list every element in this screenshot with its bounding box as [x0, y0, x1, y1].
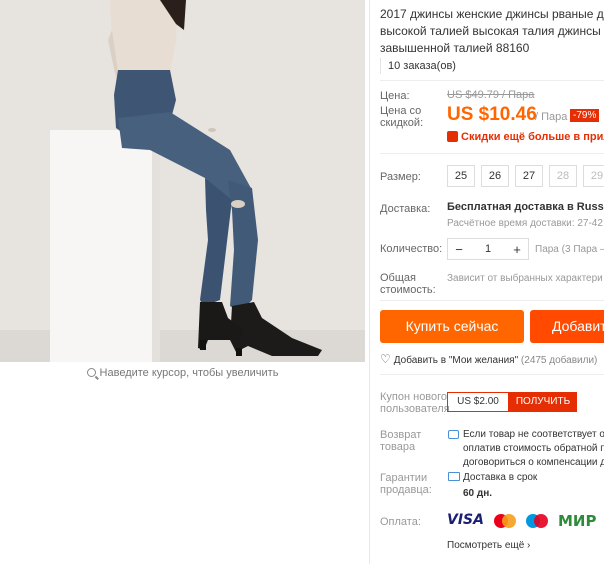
delivery-icon [448, 472, 460, 481]
size-option-25[interactable]: 25 [447, 165, 475, 187]
price-label: Цена: [380, 90, 410, 102]
discount-price: US $10.46 [447, 104, 537, 125]
quantity-input[interactable]: 1 [470, 243, 506, 255]
product-photo-illustration [0, 0, 365, 362]
guarantee-label: Гарантии продавца: [380, 472, 432, 496]
total-label: Общая стоимость: [380, 272, 436, 296]
payment-label: Оплата: [380, 516, 421, 528]
magnifier-icon [86, 368, 96, 377]
see-more-link[interactable]: Посмотреть ещё › [447, 540, 530, 551]
total-note: Зависит от выбранных характери [447, 273, 603, 284]
original-price: US $49.79 / Пара [447, 89, 535, 101]
size-label: Размер: [380, 171, 421, 183]
quantity-decrease-button[interactable]: − [448, 242, 470, 257]
size-option-27[interactable]: 27 [515, 165, 543, 187]
add-to-cart-button[interactable]: Добавит [530, 310, 604, 343]
returns-text: Если товар не соответствует о оплатив ст… [463, 429, 604, 468]
wishlist-count: (2475 добавили) [520, 355, 598, 366]
discount-price-label: Цена со скидкой: [380, 105, 424, 129]
guarantee-line1: Доставка в срок [463, 472, 538, 483]
divider [380, 300, 604, 301]
divider [380, 374, 604, 375]
return-policy-icon [448, 430, 459, 439]
buy-now-button[interactable]: Купить сейчас [380, 310, 524, 343]
size-option-26[interactable]: 26 [481, 165, 509, 187]
discount-badge: -79% [570, 109, 600, 122]
size-option-29[interactable]: 29 [583, 165, 604, 187]
zoom-hint: Наведите курсор, чтобы увеличить [0, 367, 365, 379]
app-promo-link[interactable]: Скидки ещё больше в приложе [447, 131, 604, 143]
mir-icon: МИР [558, 512, 597, 530]
size-option-28[interactable]: 28 [549, 165, 577, 187]
quantity-label: Количество: [380, 243, 443, 255]
coupon-value: US $2.00 [447, 392, 509, 412]
get-coupon-button[interactable]: ПОЛУЧИТЬ [509, 392, 577, 412]
shipping-method[interactable]: Бесплатная доставка в Russian F [447, 201, 604, 213]
quantity-increase-button[interactable]: + [506, 242, 528, 257]
heart-icon: ♡ [380, 352, 391, 366]
maestro-icon [524, 512, 550, 530]
product-image[interactable] [0, 0, 365, 362]
shipping-label: Доставка: [380, 203, 431, 215]
product-detail-panel: 2017 джинсы женские джинсы рваные д высо… [380, 0, 604, 564]
mastercard-icon [492, 512, 518, 530]
visa-icon: VISA [447, 512, 484, 528]
column-divider [369, 0, 370, 564]
shipping-estimate: Расчётное время доставки: 27-42 [447, 218, 603, 229]
quantity-stepper: − 1 + [447, 238, 529, 260]
tag-icon [447, 131, 458, 142]
divider [380, 153, 604, 154]
quantity-available: Пара (3 Пара – [535, 244, 604, 255]
divider [380, 80, 604, 81]
orders-count[interactable]: 10 заказа(ов) [380, 58, 604, 74]
price-unit: / Пара [535, 111, 568, 123]
add-to-wishlist-link[interactable]: ♡ Добавить в "Мои желания" (2475 добавили… [380, 352, 597, 366]
product-title: 2017 джинсы женские джинсы рваные д высо… [380, 7, 604, 55]
zoom-hint-text: Наведите курсор, чтобы увеличить [99, 367, 279, 379]
coupon-label: Купон нового пользователя [380, 391, 450, 415]
guarantee-text: Доставка в срок 60 дн. [463, 470, 537, 502]
returns-label: Возврат товара [380, 429, 422, 453]
guarantee-line2: 60 дн. [463, 488, 493, 499]
